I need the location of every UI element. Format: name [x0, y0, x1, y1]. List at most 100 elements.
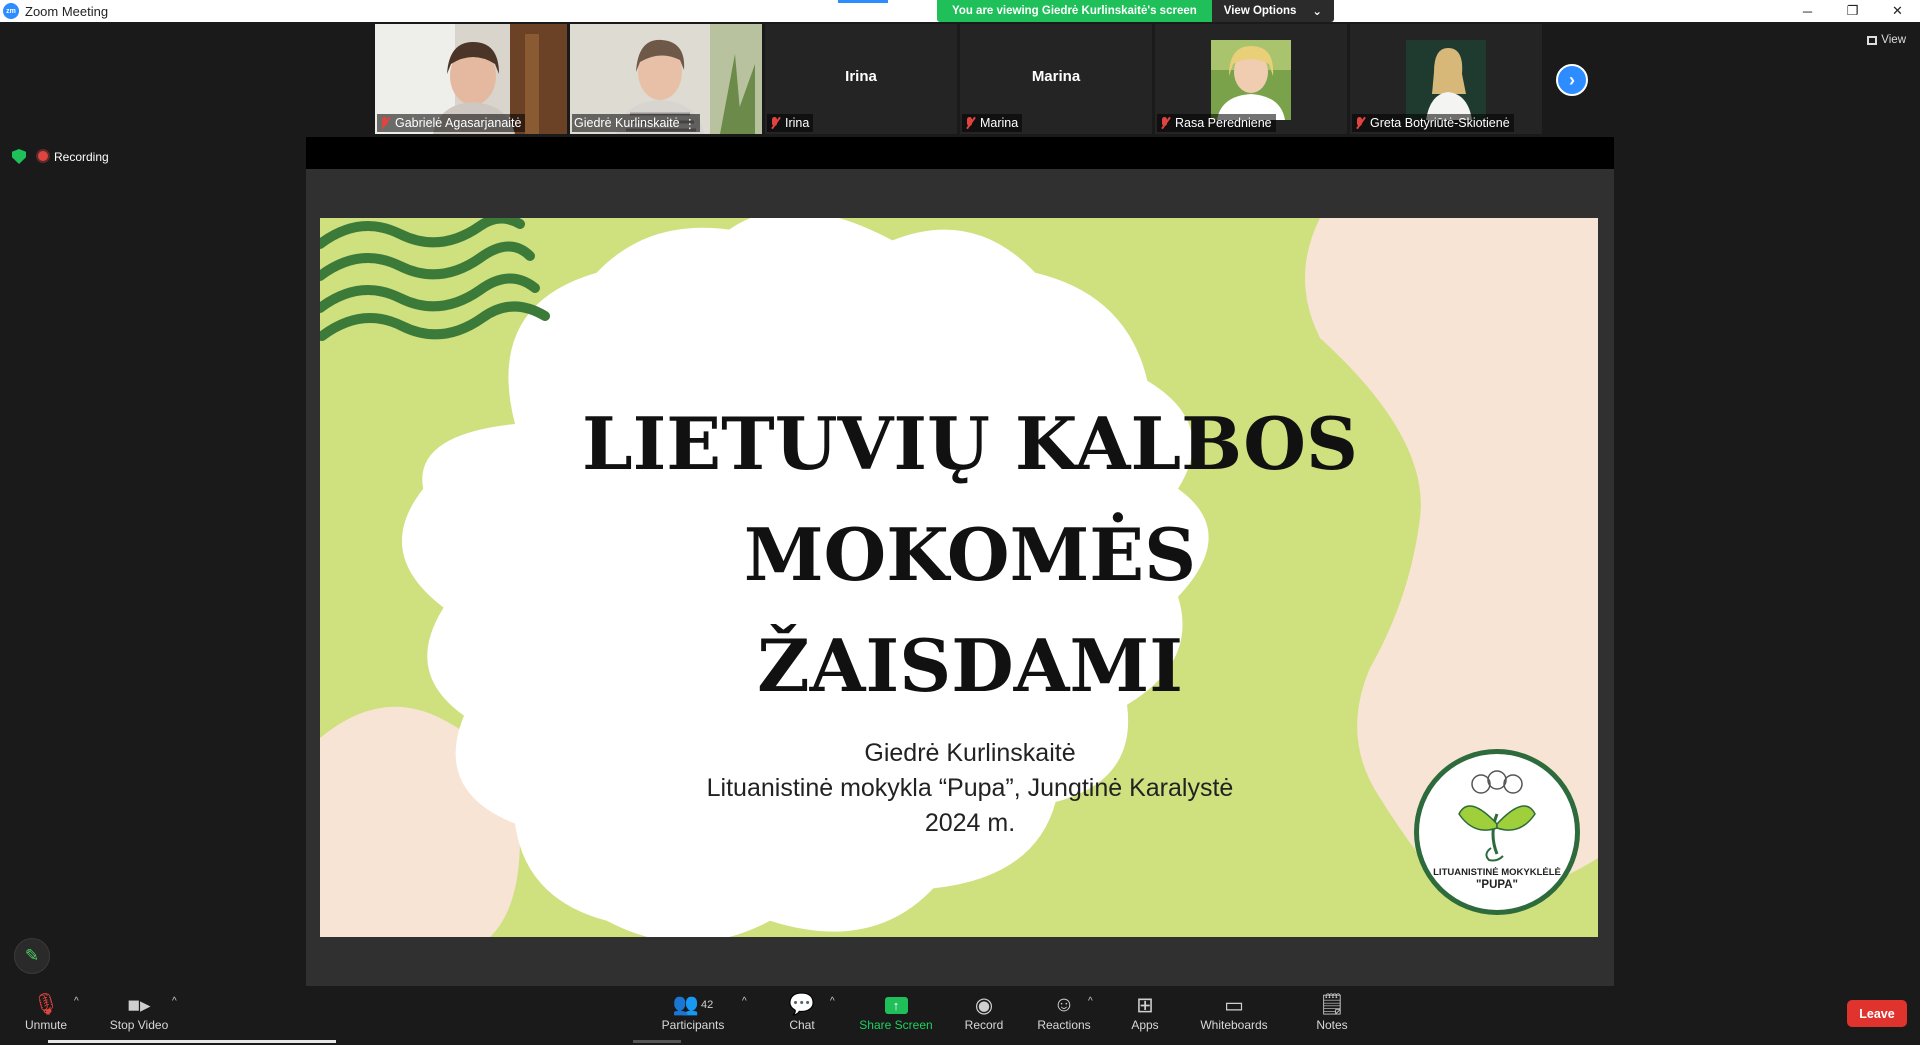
shared-screen-top-bar — [306, 137, 1614, 169]
slide-title-line: MOKOMĖS — [743, 512, 1197, 597]
participant-name: Marina — [980, 116, 1019, 130]
slide-title-line: LIETUVIŲ KALBOS — [581, 401, 1358, 486]
notes-label: Notes — [1316, 1018, 1348, 1032]
view-options-button[interactable]: View Options ⌄ — [1211, 0, 1335, 22]
reactions-button[interactable]: ☺ Reactions — [1036, 992, 1092, 1040]
recording-dot-icon — [38, 150, 48, 161]
apps-icon: ⊞ — [1136, 993, 1154, 1017]
mic-muted-icon — [379, 117, 391, 129]
viewing-banner: You are viewing Giedrė Kurlinskaitė's sc… — [937, 0, 1335, 22]
video-camera-icon: ■▸ — [127, 993, 151, 1017]
annotate-pen-icon[interactable]: ✎ — [14, 938, 50, 974]
chat-button[interactable]: 💬 Chat — [784, 992, 820, 1040]
slide-school: Lituanistinė mokykla “Pupa”, Jungtinė Ka… — [706, 774, 1234, 802]
participant-tile[interactable]: Marina Marina — [960, 24, 1152, 134]
leave-button[interactable]: Leave — [1847, 1000, 1907, 1027]
whiteboards-label: Whiteboards — [1200, 1018, 1268, 1032]
apps-button[interactable]: ⊞ Apps — [1128, 992, 1162, 1040]
notes-icon: 🗒 — [1318, 993, 1346, 1016]
top-indicator — [838, 0, 888, 3]
viewing-screen-label: You are viewing Giedrė Kurlinskaitė's sc… — [937, 0, 1212, 22]
zoom-app-icon: zm — [3, 3, 19, 19]
participant-tile[interactable]: Greta Botyriūtė-Skiotienė — [1350, 24, 1542, 134]
participants-label: Participants — [661, 1018, 725, 1032]
close-button[interactable]: ✕ — [1875, 0, 1920, 22]
participant-name: Irina — [785, 116, 810, 130]
slide-subtitle: Giedrė Kurlinskaitė Lituanistinė mokykla… — [580, 736, 1360, 841]
slide-year: 2024 m. — [924, 809, 1016, 837]
recording-indicator[interactable]: Recording — [38, 150, 109, 164]
microphone-muted-icon: 🎙 — [32, 993, 60, 1016]
meeting-toolbar: 🎙 Unmute ^ ■▸ Stop Video ^ 👥 42 Participa… — [0, 986, 1920, 1045]
mic-muted-icon — [964, 117, 976, 129]
reactions-label: Reactions — [1037, 1018, 1091, 1032]
slide-title: LIETUVIŲ KALBOS MOKOMĖS ŽAISDAMI — [580, 388, 1360, 721]
presentation-slide: LIETUVIŲ KALBOS MOKOMĖS ŽAISDAMI Giedrė … — [320, 218, 1598, 937]
slide-title-line: ŽAISDAMI — [757, 623, 1183, 708]
participant-tile[interactable]: Rasa Peredniene — [1155, 24, 1347, 134]
participant-tile[interactable]: Gabrielė Agasarjanaitė — [375, 24, 567, 134]
logo-line1: LITUANISTINĖ MOKYKLĖLĖ — [1433, 867, 1561, 878]
share-screen-button[interactable]: ↑ Share Screen — [858, 992, 934, 1040]
view-button[interactable]: View — [1867, 34, 1906, 46]
unmute-button[interactable]: 🎙 Unmute — [22, 992, 70, 1040]
grid-view-icon — [1867, 35, 1878, 45]
window-title: Zoom Meeting — [25, 3, 109, 19]
participant-name: Gabrielė Agasarjanaitė — [395, 116, 522, 130]
chevron-down-icon: ⌄ — [1312, 6, 1323, 18]
shared-screen: LIETUVIŲ KALBOS MOKOMĖS ŽAISDAMI Giedrė … — [306, 137, 1614, 986]
participants-icon: 👥 42 — [672, 993, 714, 1016]
participant-center-name: Irina — [845, 68, 877, 85]
record-label: Record — [964, 1018, 1004, 1032]
whiteboards-button[interactable]: ▭ Whiteboards — [1198, 992, 1270, 1040]
chat-label: Chat — [789, 1018, 815, 1032]
stop-video-button[interactable]: ■▸ Stop Video — [106, 992, 172, 1040]
participants-caret-icon[interactable]: ^ — [742, 996, 747, 1007]
participant-tile-active-speaker[interactable]: Giedrė Kurlinskaitė ⋮ — [570, 24, 762, 134]
zoom-window: zm Zoom Meeting ─ ❐ ✕ You are viewing Gi… — [0, 0, 1920, 1045]
participant-center-name: Marina — [1031, 68, 1081, 85]
participants-count: 42 — [700, 999, 714, 1011]
participant-strip: Gabrielė Agasarjanaitė Giedrė Kurlinskai… — [375, 24, 1542, 136]
stop-video-label: Stop Video — [109, 1018, 169, 1032]
next-page-arrow-icon[interactable]: › — [1556, 64, 1588, 96]
chat-bubble-icon: 💬 — [788, 993, 816, 1016]
mic-muted-icon — [769, 117, 781, 129]
record-button[interactable]: ◉ Record — [962, 992, 1006, 1040]
mic-muted-icon — [1159, 117, 1171, 129]
participant-tile[interactable]: Irina Irina — [765, 24, 957, 134]
participants-button[interactable]: 👥 42 Participants — [658, 992, 728, 1040]
window-controls: ─ ❐ ✕ — [1785, 0, 1920, 22]
notes-button[interactable]: 🗒 Notes — [1314, 992, 1350, 1040]
unmute-label: Unmute — [24, 1018, 68, 1032]
participant-label: Greta Botyriūtė-Skiotienė — [1352, 114, 1514, 132]
share-screen-icon: ↑ — [884, 992, 908, 1018]
logo-caption: LITUANISTINĖ MOKYKLĖLĖ "PUPA" — [1419, 866, 1575, 892]
reactions-caret-icon[interactable]: ^ — [1088, 996, 1093, 1007]
minimize-button[interactable]: ─ — [1785, 0, 1830, 22]
view-options-label: View Options — [1223, 5, 1297, 17]
slide-author: Giedrė Kurlinskaitė — [864, 739, 1076, 767]
participant-name: Rasa Peredniene — [1175, 116, 1272, 130]
view-label: View — [1881, 34, 1906, 46]
more-icon: ⋮ — [683, 116, 697, 131]
share-screen-label: Share Screen — [859, 1018, 933, 1032]
reactions-smiley-icon: ☺ — [1053, 993, 1075, 1016]
school-logo: LITUANISTINĖ MOKYKLĖLĖ "PUPA" — [1414, 749, 1580, 915]
restore-button[interactable]: ❐ — [1830, 0, 1875, 22]
participant-label: Irina — [767, 114, 814, 132]
participant-label: Marina — [962, 114, 1023, 132]
chat-caret-icon[interactable]: ^ — [830, 996, 835, 1007]
participant-label: Gabrielė Agasarjanaitė — [377, 114, 526, 132]
video-options-caret-icon[interactable]: ^ — [172, 996, 177, 1007]
security-shield-icon[interactable] — [12, 149, 26, 164]
record-icon: ◉ — [974, 993, 994, 1017]
mic-muted-icon — [1354, 117, 1366, 129]
participant-name: Greta Botyriūtė-Skiotienė — [1370, 116, 1510, 130]
participant-label: Giedrė Kurlinskaitė ⋮ — [572, 114, 701, 132]
participant-name: Giedrė Kurlinskaitė — [574, 116, 680, 130]
meeting-status: Recording — [12, 149, 109, 164]
audio-options-caret-icon[interactable]: ^ — [74, 996, 79, 1007]
recording-label: Recording — [54, 149, 109, 164]
whiteboard-icon: ▭ — [1224, 993, 1244, 1017]
